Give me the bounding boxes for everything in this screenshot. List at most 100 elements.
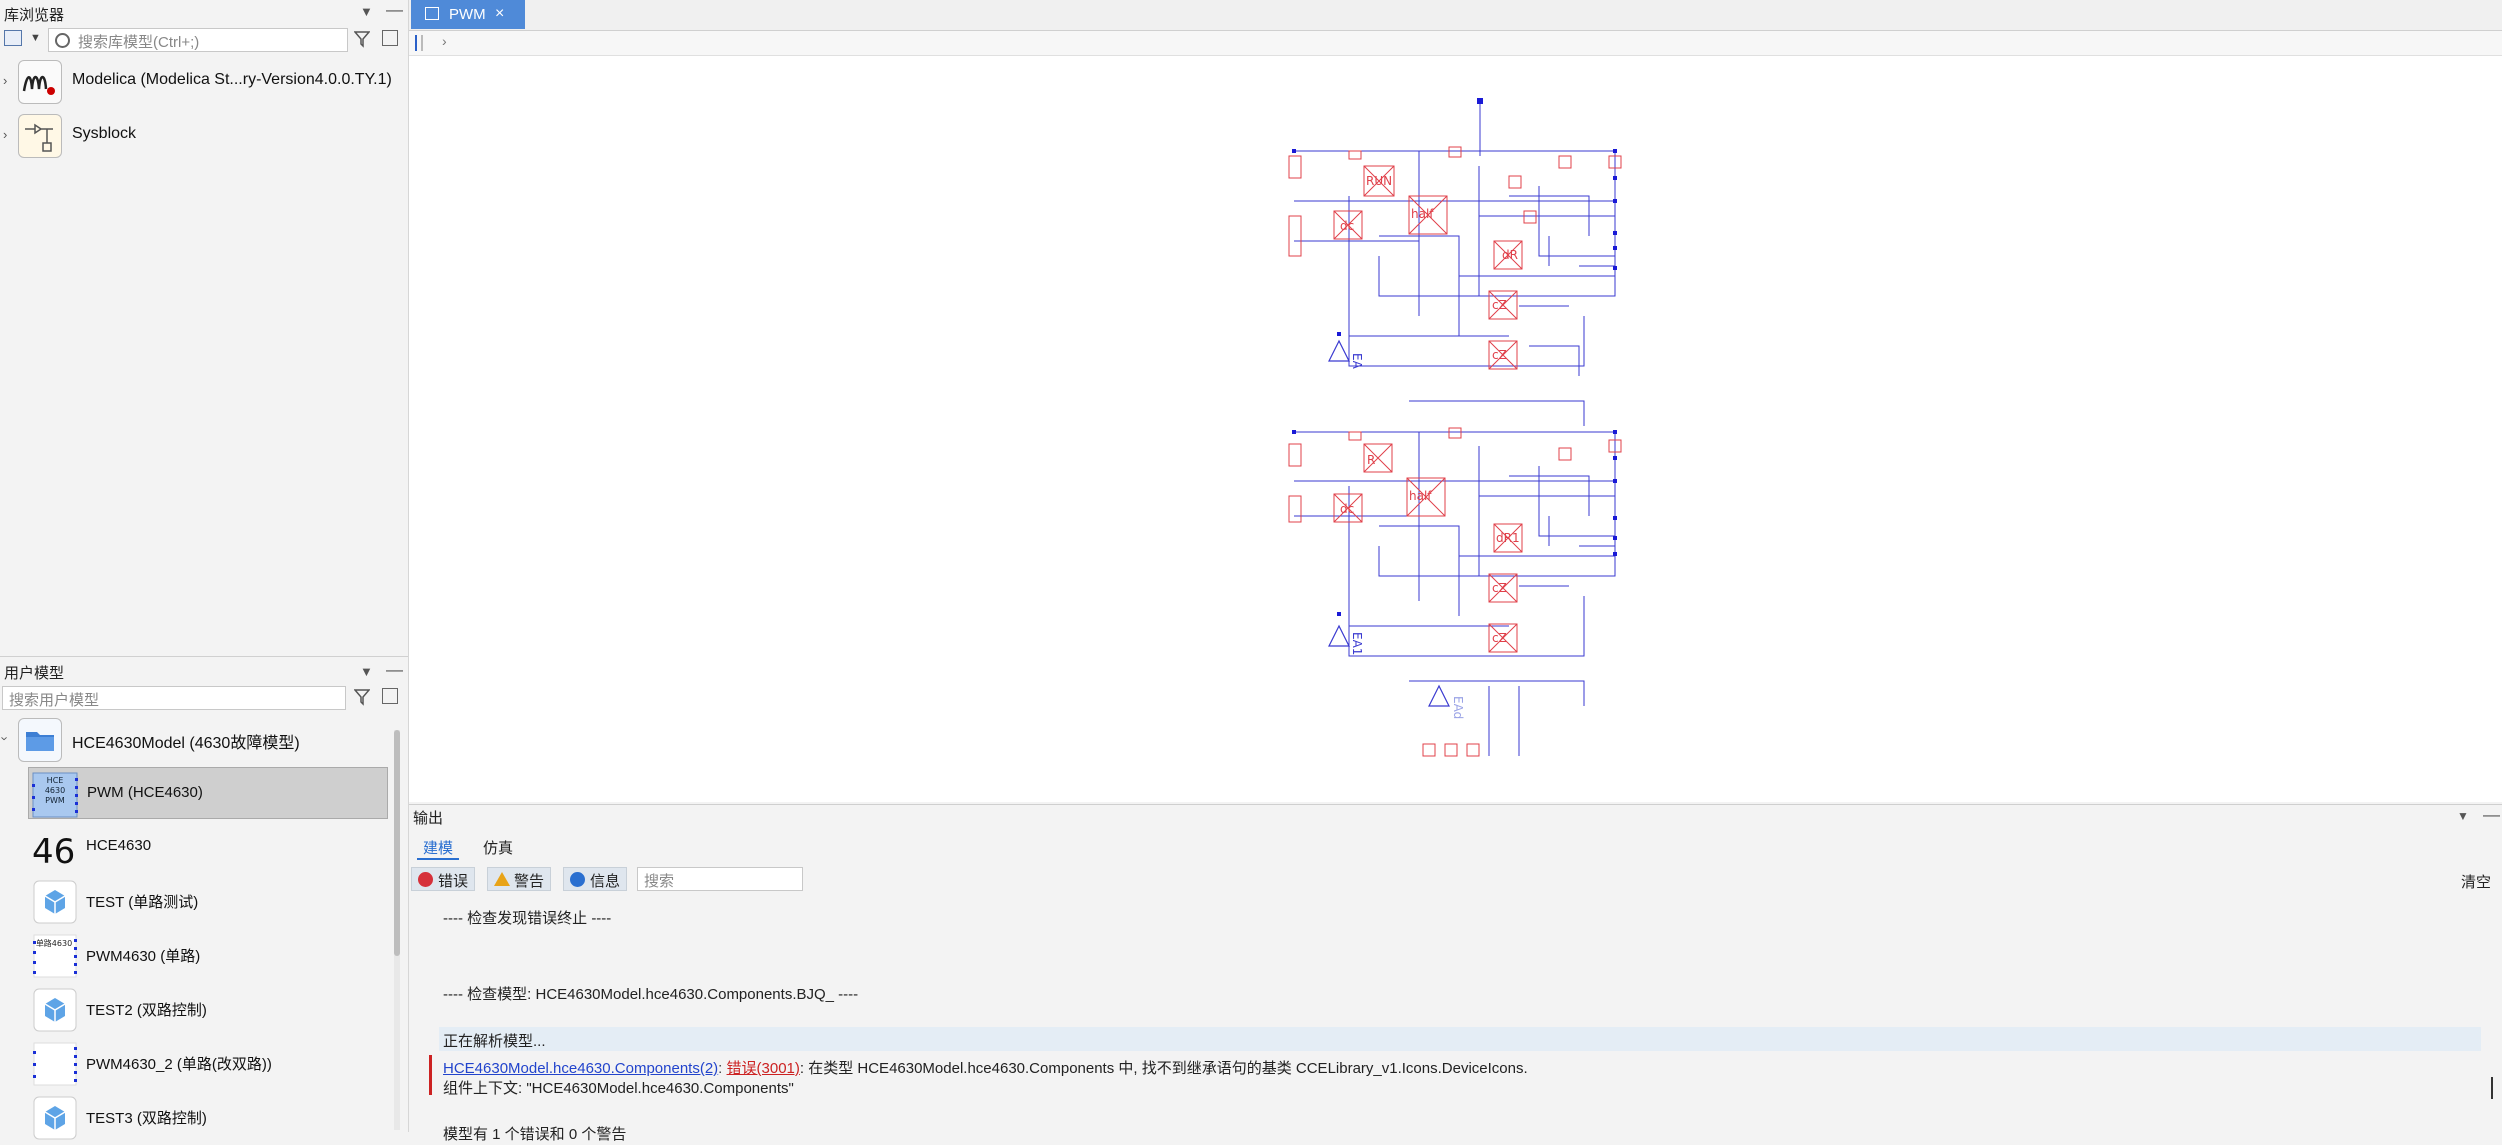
user-search-placeholder: 搜索用户模型 xyxy=(9,692,100,709)
model-item-label: TEST2 (双路控制) xyxy=(86,1002,207,1019)
diagram-label-ead: EAd xyxy=(1451,696,1465,719)
error-context: 组件上下文: "HCE4630Model.hce4630.Components" xyxy=(443,1080,794,1097)
model-item-label: HCE4630 xyxy=(86,837,152,854)
model-item-hce4630[interactable]: 46 HCE4630 xyxy=(28,821,388,873)
expand-chevron-icon[interactable]: › xyxy=(3,127,7,142)
pwm-model-icon: HCE 4630 PWM xyxy=(31,772,79,818)
chevron-right-icon[interactable]: › xyxy=(442,33,447,49)
diagram-label-ea: EA xyxy=(1350,353,1364,370)
model-item-label: PWM4630_2 (单路(改双路)) xyxy=(86,1056,272,1073)
tab-simulation[interactable]: 仿真 xyxy=(483,837,513,858)
diagram-label-r: R xyxy=(1367,453,1375,467)
cube-icon xyxy=(30,879,78,925)
library-item-sysblock[interactable]: › Sysblock xyxy=(0,110,406,162)
circuit-diagram[interactable]: RUN half dc dR cZ cZ R half dc dR1 cZ cZ… xyxy=(409,56,2502,802)
diagram-label-half2: half xyxy=(1409,489,1432,503)
user-model-root-label: HCE4630Model (4630故障模型) xyxy=(72,735,300,752)
library-item-label: Modelica (Modelica St...ry-Version4.0.0.… xyxy=(72,71,392,88)
model-item-label: TEST (单路测试) xyxy=(86,894,199,911)
tab-modeling[interactable]: 建模 xyxy=(423,837,453,858)
svg-text:PWM: PWM xyxy=(45,796,65,805)
minimize-icon[interactable]: — xyxy=(386,660,403,680)
model-item-test3[interactable]: TEST3 (双路控制) xyxy=(28,1091,388,1143)
search-icon xyxy=(55,33,70,48)
clear-button[interactable]: 清空 xyxy=(2461,871,2491,892)
cube-icon xyxy=(30,987,78,1033)
diagram-label-dr: dR xyxy=(1502,248,1518,262)
panel-menu-icon[interactable]: ▼ xyxy=(360,664,373,679)
diagram-label-dc: dc xyxy=(1340,219,1354,233)
library-panel-title: 库浏览器 xyxy=(4,7,65,24)
output-panel: 输出 ▼ — 建模 仿真 错误 警告 信息 搜索 清空 ---- 检查发现错误终… xyxy=(409,804,2502,1143)
collapse-all-icon[interactable] xyxy=(382,688,398,704)
info-filter-label: 信息 xyxy=(590,873,621,890)
panel-divider xyxy=(0,656,408,657)
model-item-pwm4630[interactable]: 单路4630 PWM4630 (单路) xyxy=(28,929,388,981)
info-filter-button[interactable]: 信息 xyxy=(563,867,628,891)
collapse-chevron-icon[interactable]: › xyxy=(0,736,13,740)
library-search-input[interactable]: 搜索库模型(Ctrl+;) xyxy=(48,28,348,52)
folder-icon xyxy=(18,718,62,762)
scrollbar-thumb[interactable] xyxy=(2491,1077,2493,1099)
diagram-label-ea1: EA1 xyxy=(1350,632,1364,655)
svg-text:46: 46 xyxy=(32,832,75,871)
model-item-label: TEST3 (双路控制) xyxy=(86,1110,207,1127)
editor-tab-bar: PWM × xyxy=(409,0,2502,31)
close-icon[interactable]: × xyxy=(495,5,504,23)
minimize-icon[interactable]: — xyxy=(386,0,403,20)
svg-text:4630: 4630 xyxy=(45,786,65,795)
warning-filter-button[interactable]: 警告 xyxy=(487,867,552,891)
error-marker xyxy=(429,1055,432,1095)
panel-menu-icon[interactable]: ▼ xyxy=(2457,809,2469,823)
diagram-canvas[interactable]: RUN half dc dR cZ cZ R half dc dR1 cZ cZ… xyxy=(409,56,2502,802)
library-item-modelica[interactable]: › Modelica (Modelica St...ry-Version4.0.… xyxy=(0,56,406,108)
diagram-label-dr1: dR1 xyxy=(1496,531,1520,545)
model-item-label: PWM4630 (单路) xyxy=(86,948,201,965)
model-item-pwm[interactable]: HCE 4630 PWM PWM (HCE4630) xyxy=(28,767,388,819)
output-search-placeholder: 搜索 xyxy=(644,873,675,890)
diagram-label-dc2: dc xyxy=(1340,502,1354,516)
diagram-icon xyxy=(425,7,439,20)
tab-pwm[interactable]: PWM × xyxy=(411,0,525,29)
library-search-placeholder: 搜索库模型(Ctrl+;) xyxy=(78,34,200,51)
diagram-toolbar: › xyxy=(409,31,2502,56)
filter-icon[interactable] xyxy=(353,30,371,52)
drag-handle-icon[interactable] xyxy=(415,35,417,51)
output-search-input[interactable]: 搜索 xyxy=(637,867,803,891)
collapse-all-icon[interactable] xyxy=(382,30,398,46)
log-line: 正在解析模型... xyxy=(443,1033,546,1050)
user-search-input[interactable]: 搜索用户模型 xyxy=(2,686,346,710)
scrollbar-track[interactable] xyxy=(394,730,400,1130)
error-filter-button[interactable]: 错误 xyxy=(411,867,476,891)
panel-menu-icon[interactable]: ▼ xyxy=(360,4,373,19)
hce4630-model-icon: 46 xyxy=(30,825,78,872)
error-link[interactable]: HCE4630Model.hce4630.Components(2) xyxy=(443,1060,718,1077)
left-sidebar: 库浏览器 ▼ — ▼ 搜索库模型(Ctrl+;) › Modelica (Mod… xyxy=(0,0,409,1140)
svg-text:单路4630: 单路4630 xyxy=(36,938,72,948)
model-item-test[interactable]: TEST (单路测试) xyxy=(28,875,388,927)
diagram-label-cz: cZ xyxy=(1492,298,1507,312)
user-panel-title: 用户模型 xyxy=(4,665,65,682)
model-item-pwm4630-2[interactable]: PWM4630_2 (单路(改双路)) xyxy=(28,1037,388,1089)
pwm4630-model-icon: 单路4630 xyxy=(30,933,78,979)
output-title: 输出 xyxy=(413,810,444,827)
error-code-link[interactable]: 错误(3001) xyxy=(727,1060,800,1077)
user-model-root[interactable]: › HCE4630Model (4630故障模型) xyxy=(0,714,406,766)
model-item-test2[interactable]: TEST2 (双路控制) xyxy=(28,983,388,1035)
log-line: 模型有 1 个错误和 0 个警告 xyxy=(443,1126,627,1143)
scrollbar-thumb[interactable] xyxy=(394,730,400,956)
separator-icon xyxy=(421,35,423,51)
expand-chevron-icon[interactable]: › xyxy=(3,73,7,88)
warning-filter-label: 警告 xyxy=(514,873,545,890)
dropdown-arrow-icon[interactable]: ▼ xyxy=(30,32,41,44)
error-message: : 在类型 HCE4630Model.hce4630.Components 中,… xyxy=(799,1060,1528,1077)
svg-text:HCE: HCE xyxy=(47,776,64,785)
warning-icon xyxy=(494,872,510,886)
library-view-icon[interactable] xyxy=(4,30,22,46)
error-filter-label: 错误 xyxy=(438,873,469,890)
info-icon xyxy=(570,872,585,887)
log-line: ---- 检查模型: HCE4630Model.hce4630.Componen… xyxy=(443,986,859,1003)
filter-icon[interactable] xyxy=(353,688,371,710)
diagram-label-cz4: cZ xyxy=(1492,631,1507,645)
minimize-icon[interactable]: — xyxy=(2483,805,2500,825)
